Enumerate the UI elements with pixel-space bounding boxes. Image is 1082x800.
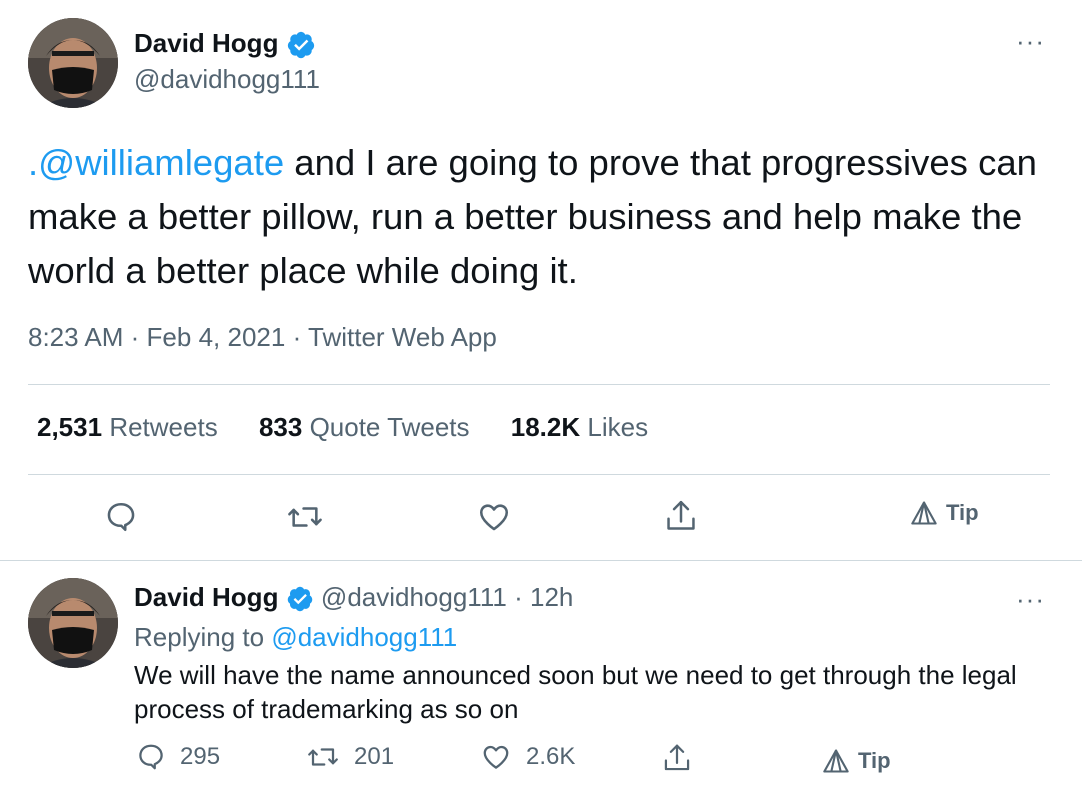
more-options-icon[interactable]: ··· <box>1016 28 1045 54</box>
reply-author-handle[interactable]: @davidhogg111 <box>321 582 507 612</box>
tip-icon <box>911 501 937 525</box>
reply-author-avatar[interactable] <box>28 578 118 668</box>
like-icon <box>483 745 509 769</box>
retweets-label: Retweets <box>109 412 218 442</box>
tip-label: Tip <box>946 500 979 525</box>
verified-badge-icon <box>287 586 312 612</box>
divider <box>28 384 1050 385</box>
share-icon[interactable] <box>664 498 698 539</box>
verified-badge-icon <box>287 32 314 59</box>
reply-text: We will have the name announced soon but… <box>134 660 1017 724</box>
reply-tip-button[interactable]: Tip <box>822 748 891 774</box>
author-handle[interactable]: @davidhogg111 <box>134 64 320 95</box>
reply-icon[interactable] <box>104 500 138 539</box>
likes-label: Likes <box>587 412 649 442</box>
reply-header: David Hogg @davidhogg111 · 12h <box>134 582 573 613</box>
like-count: 2.6K <box>526 743 576 770</box>
mention-link[interactable]: .@williamlegate <box>28 142 284 183</box>
retweet-count: 201 <box>354 743 395 770</box>
author-avatar[interactable] <box>28 18 118 108</box>
tweet-source[interactable]: Twitter Web App <box>308 322 497 352</box>
tweet-time[interactable]: 8:23 AM <box>28 322 123 352</box>
reply-separator: · <box>514 582 523 612</box>
quotes-count: 833 <box>258 412 303 442</box>
meta-separator: · <box>130 322 140 352</box>
tip-button[interactable]: Tip <box>910 500 979 526</box>
share-icon <box>664 744 690 771</box>
likes-stat[interactable]: 18.2K Likes <box>511 412 648 442</box>
tweet-metadata: 8:23 AM · Feb 4, 2021 · Twitter Web App <box>28 322 497 353</box>
reply-retweet-button[interactable]: 201 <box>306 742 394 772</box>
reply-count: 295 <box>180 743 221 770</box>
reply-icon <box>139 744 163 770</box>
retweet-icon <box>308 748 338 766</box>
retweets-stat[interactable]: 2,531 Retweets <box>37 412 218 442</box>
reply-more-options-icon[interactable]: ··· <box>1016 586 1045 612</box>
like-icon[interactable] <box>476 500 512 539</box>
tweet-text: .@williamlegate and I are going to prove… <box>28 136 1058 298</box>
tweet-stats: 2,531 Retweets 833 Quote Tweets 18.2K Li… <box>37 412 682 443</box>
author-name-text[interactable]: David Hogg <box>134 28 278 58</box>
author-name[interactable]: David Hogg <box>134 28 316 60</box>
tip-label: Tip <box>858 748 891 773</box>
divider <box>28 474 1050 475</box>
tip-icon <box>823 749 849 773</box>
reply-reply-button[interactable]: 295 <box>136 742 220 772</box>
likes-count: 18.2K <box>510 412 581 442</box>
replying-to: Replying to @davidhogg111 <box>134 622 457 653</box>
retweet-icon[interactable] <box>286 500 324 539</box>
thread-divider <box>0 560 1082 561</box>
reply-like-button[interactable]: 2.6K <box>480 742 575 772</box>
meta-separator: · <box>292 322 302 352</box>
quotes-label: Quote Tweets <box>309 412 470 442</box>
reply-author-name[interactable]: David Hogg <box>134 582 278 612</box>
quotes-stat[interactable]: 833 Quote Tweets <box>259 412 470 442</box>
reply-share-button[interactable] <box>662 742 692 774</box>
retweets-count: 2,531 <box>37 412 103 442</box>
replying-handle-link[interactable]: @davidhogg111 <box>271 622 457 652</box>
tweet-date[interactable]: Feb 4, 2021 <box>147 322 286 352</box>
reply-age[interactable]: 12h <box>530 582 573 612</box>
replying-prefix: Replying to <box>134 622 265 652</box>
